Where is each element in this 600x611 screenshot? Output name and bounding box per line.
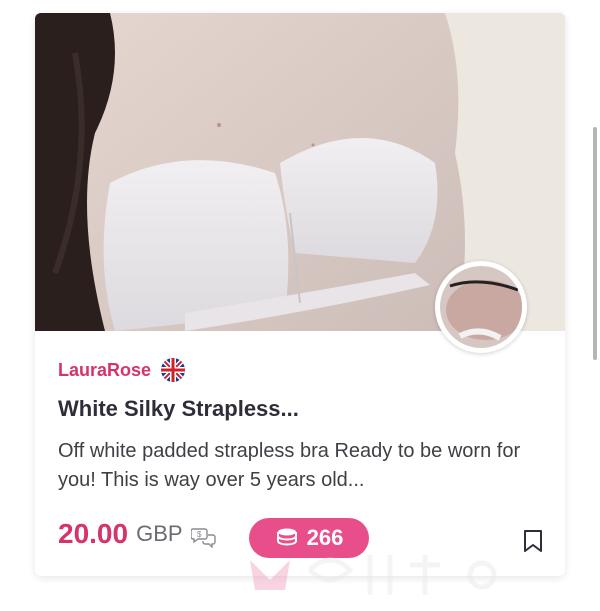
- listing-card[interactable]: LauraRose White Silky Strapless... Off w…: [35, 13, 565, 576]
- chat-bubbles-icon[interactable]: $: [190, 526, 217, 548]
- seller-row: LauraRose: [58, 358, 186, 382]
- seller-avatar[interactable]: [435, 261, 527, 353]
- scrollbar[interactable]: [593, 127, 597, 360]
- price-amount: 20.00: [58, 518, 129, 549]
- listing-description: Off white padded strapless bra Ready to …: [58, 440, 521, 491]
- uk-flag-icon: [161, 358, 186, 382]
- avatar-image: [440, 266, 522, 348]
- seller-name[interactable]: LauraRose: [58, 360, 151, 381]
- page: LauraRose White Silky Strapless... Off w…: [0, 0, 600, 611]
- listing-title[interactable]: White Silky Strapless...: [58, 396, 299, 422]
- watermark-logo: [250, 555, 497, 595]
- svg-text:$: $: [197, 530, 202, 539]
- price-currency: GBP: [136, 521, 183, 546]
- price-row: 20.00 GBP $: [58, 518, 217, 550]
